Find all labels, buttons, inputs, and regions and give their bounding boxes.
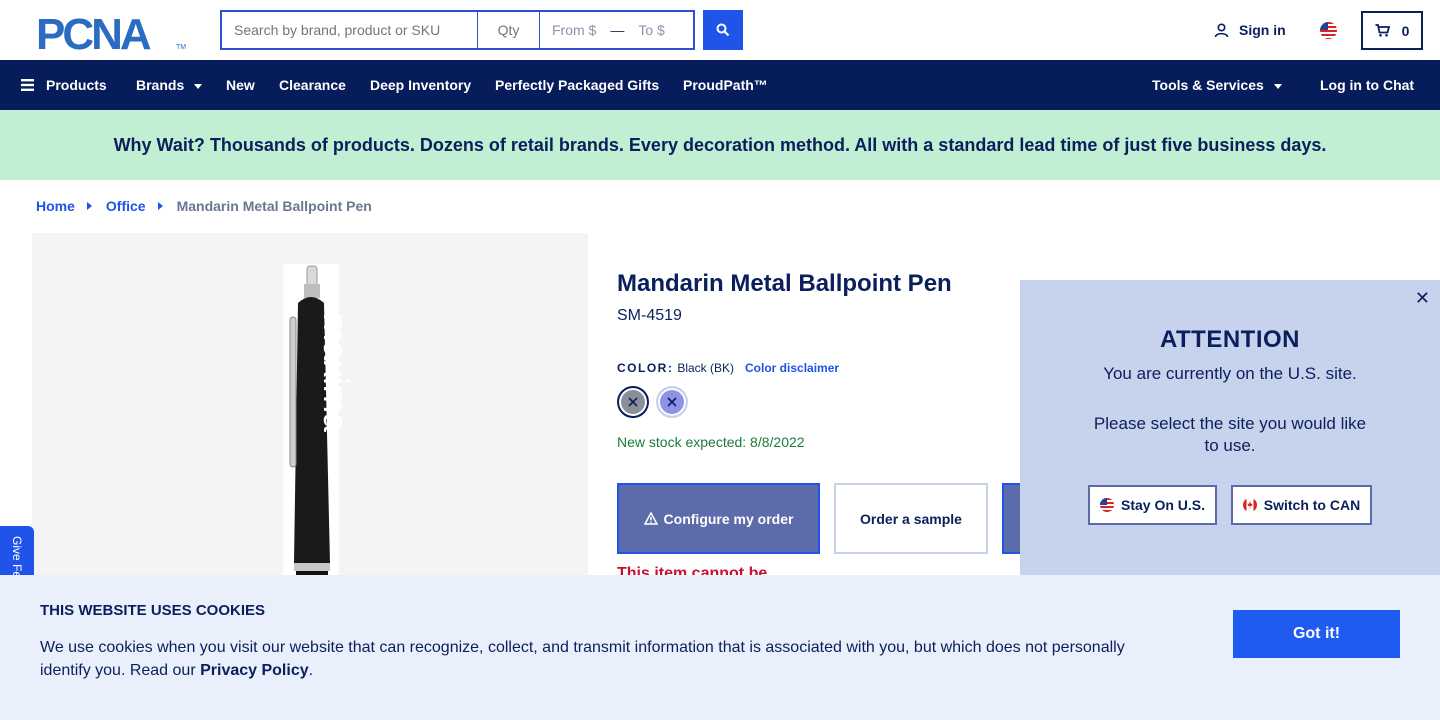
order-sample-button[interactable]: Order a sample [834,483,988,554]
cart-count: 0 [1401,22,1410,39]
product-image-panel[interactable]: maxima [32,233,588,633]
nav-gifts-label: Perfectly Packaged Gifts [495,77,660,93]
price-range: From $ — To $ [540,10,695,50]
range-dash: — [610,22,625,38]
dialog-current-site-text: You are currently on the U.S. site. [1103,364,1357,383]
qty-input[interactable] [478,10,540,50]
cookie-text: We use cookies when you visit our websit… [40,636,1150,682]
nav-products[interactable]: Products [21,60,107,110]
switch-can-label: Switch to CAN [1263,497,1361,513]
chevron-down-icon [194,83,203,89]
swatch-black[interactable] [617,386,649,418]
hamburger-icon [21,79,34,91]
nav-clearance[interactable]: Clearance [279,60,346,110]
logo-text: PCNA [36,12,151,52]
price-to-input[interactable]: To $ [638,22,664,38]
site-header: PCNA TM From $ — To $ Sign in [0,0,1440,60]
product-image: maxima [283,264,354,633]
search-icon [716,23,730,37]
breadcrumb-office[interactable]: Office [106,198,146,214]
promo-text: Why Wait? Thousands of products. Dozens … [113,134,1327,155]
nav-deep-inventory-label: Deep Inventory [370,77,472,93]
privacy-policy-link[interactable]: Privacy Policy [200,662,309,679]
dialog-title: ATTENTION [1159,326,1301,353]
configure-order-label: Configure my order [663,510,794,527]
cookie-title: THIS WEBSITE USES COOKIES [40,602,266,619]
site-select-dialog: ✕ ATTENTION You are currently on the U.S… [1020,280,1440,580]
nav-new[interactable]: New [226,60,255,110]
product-sku: SM-4519 [617,307,682,324]
nav-brands-label: Brands [136,77,185,93]
product-title: Mandarin Metal Ballpoint Pen [617,270,952,297]
stock-status: New stock expected: 8/8/2022 [617,434,805,450]
cart-icon [1375,24,1390,37]
color-value: Black (BK) [677,361,735,375]
promo-banner: Why Wait? Thousands of products. Dozens … [0,110,1440,180]
nav-gifts[interactable]: Perfectly Packaged Gifts [495,60,659,110]
nav-proudpath[interactable]: ProudPath™ [683,60,768,110]
us-flag-icon[interactable] [1320,22,1337,39]
canada-flag-icon [1242,498,1257,512]
color-disclaimer-link[interactable]: Color disclaimer [745,361,839,375]
nav-clearance-label: Clearance [279,77,346,93]
nav-proudpath-label: ProudPath™ [683,77,768,93]
switch-can-button[interactable]: Switch to CAN [1231,485,1372,525]
sign-in-link[interactable]: Sign in [1214,22,1286,38]
cookie-accept-label: Got it! [1292,625,1341,642]
pcna-logo[interactable]: PCNA TM [36,10,186,59]
svg-text:TM: TM [176,44,186,51]
cookie-banner: THIS WEBSITE USES COOKIES We use cookies… [0,575,1440,720]
swatch-blue[interactable] [656,386,688,418]
cookie-accept-button[interactable]: Got it! [1233,610,1400,658]
main-nav: Products Brands New Clearance Deep Inven… [0,60,1440,110]
color-label: COLOR: [617,361,674,375]
us-flag-icon [1099,498,1114,512]
nav-products-label: Products [46,77,107,93]
color-row: COLOR: Black (BK) Color disclaimer [617,361,839,375]
configure-order-button[interactable]: Configure my order [617,483,820,554]
stay-us-label: Stay On U.S. [1120,497,1206,513]
product-image-text: maxima [316,313,354,432]
nav-deep-inventory[interactable]: Deep Inventory [370,60,471,110]
breadcrumb-home[interactable]: Home [36,198,75,214]
breadcrumb: Home Office Mandarin Metal Ballpoint Pen [36,198,372,214]
cookie-end: . [308,662,314,679]
order-sample-label: Order a sample [860,510,962,527]
close-icon[interactable]: ✕ [1415,288,1430,309]
user-icon [1214,22,1229,37]
cart-button[interactable]: 0 [1361,11,1423,50]
price-from-input[interactable]: From $ [552,22,596,38]
dialog-select-text: Please select the site you would like to… [1093,414,1367,455]
nav-tools-label: Tools & Services [1152,77,1264,93]
search-button[interactable] [703,10,743,50]
search-input[interactable] [220,10,478,50]
nav-brands[interactable]: Brands [136,60,203,110]
breadcrumb-current: Mandarin Metal Ballpoint Pen [176,198,372,214]
search-bar: From $ — To $ [220,10,695,50]
stay-us-button[interactable]: Stay On U.S. [1088,485,1217,525]
nav-chat-login[interactable]: Log in to Chat [1320,60,1414,110]
nav-chat-label: Log in to Chat [1320,77,1415,93]
chevron-right-icon [157,202,163,210]
chevron-right-icon [86,202,92,210]
sign-in-label: Sign in [1239,22,1286,38]
unavailable-x-icon [667,397,677,407]
nav-new-label: New [226,77,255,93]
chevron-down-icon [1273,83,1282,89]
nav-tools-services[interactable]: Tools & Services [1152,60,1282,110]
warning-icon [643,512,658,525]
unavailable-x-icon [628,397,638,407]
